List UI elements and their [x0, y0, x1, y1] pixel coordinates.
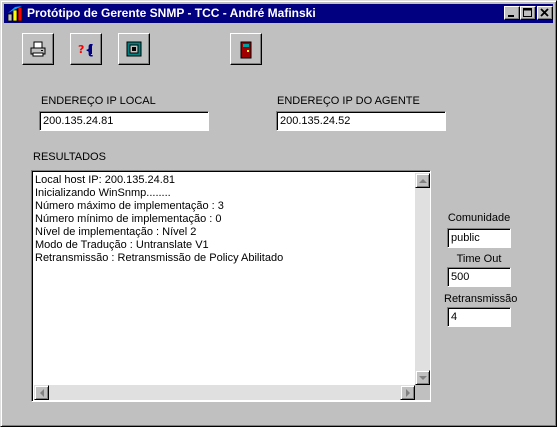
stop-button[interactable] — [118, 33, 150, 65]
arrow-down-icon — [419, 376, 427, 380]
print-button[interactable] — [22, 33, 54, 65]
printer-icon — [30, 41, 46, 57]
help-icon: ? { — [78, 43, 94, 57]
minimize-button[interactable] — [504, 6, 520, 20]
result-line: Inicializando WinSnmp........ — [35, 187, 171, 199]
arrow-right-icon — [406, 389, 410, 397]
scroll-down-button[interactable] — [415, 370, 430, 385]
svg-text:{: { — [85, 43, 94, 57]
app-network-icon — [7, 6, 23, 22]
timeout-field[interactable]: 500 — [447, 267, 511, 287]
result-line: Número máximo de implementação : 3 — [35, 200, 224, 212]
horizontal-scrollbar[interactable] — [34, 385, 415, 400]
results-label: RESULTADOS — [33, 151, 106, 163]
scroll-left-button[interactable] — [34, 385, 49, 400]
main-window: Protótipo de Gerente SNMP - TCC - André … — [0, 0, 557, 427]
local-ip-field[interactable]: 200.135.24.81 — [39, 111, 209, 131]
exit-button[interactable] — [230, 33, 262, 65]
close-icon — [540, 8, 549, 17]
exit-door-icon — [240, 41, 252, 59]
svg-text:?: ? — [78, 43, 84, 56]
retransmission-label: Retransmissão — [444, 293, 518, 305]
window-title: Protótipo de Gerente SNMP - TCC - André … — [27, 6, 316, 20]
help-button[interactable]: ? { — [70, 33, 102, 65]
arrow-left-icon — [40, 389, 44, 397]
maximize-icon — [523, 8, 532, 17]
scroll-right-button[interactable] — [400, 385, 415, 400]
arrow-up-icon — [419, 179, 427, 183]
results-textarea[interactable]: Local host IP: 200.135.24.81 Inicializan… — [31, 170, 431, 402]
community-field[interactable]: public — [447, 228, 511, 248]
result-line: Local host IP: 200.135.24.81 — [35, 174, 176, 186]
local-ip-label: ENDEREÇO IP LOCAL — [41, 95, 156, 107]
retransmission-field[interactable]: 4 — [447, 307, 511, 327]
agent-ip-field[interactable]: 200.135.24.52 — [276, 111, 446, 131]
close-button[interactable] — [537, 6, 553, 20]
results-content: Local host IP: 200.135.24.81 Inicializan… — [35, 174, 413, 384]
maximize-button[interactable] — [520, 6, 536, 20]
result-line: Número mínimo de implementação : 0 — [35, 213, 222, 225]
scrollbar-corner — [415, 385, 430, 400]
result-line: Modo de Tradução : Untranslate V1 — [35, 239, 209, 251]
scroll-up-button[interactable] — [415, 173, 430, 188]
minimize-icon — [508, 15, 514, 17]
result-line: Retransmissão : Retransmissão de Policy … — [35, 252, 284, 264]
title-bar[interactable]: Protótipo de Gerente SNMP - TCC - André … — [4, 4, 553, 23]
stop-icon — [126, 41, 142, 57]
vertical-scrollbar[interactable] — [415, 173, 430, 385]
timeout-label: Time Out — [456, 253, 502, 265]
community-label: Comunidade — [447, 212, 511, 224]
result-line: Nível de implementação : Nível 2 — [35, 226, 197, 238]
agent-ip-label: ENDEREÇO IP DO AGENTE — [277, 95, 420, 107]
